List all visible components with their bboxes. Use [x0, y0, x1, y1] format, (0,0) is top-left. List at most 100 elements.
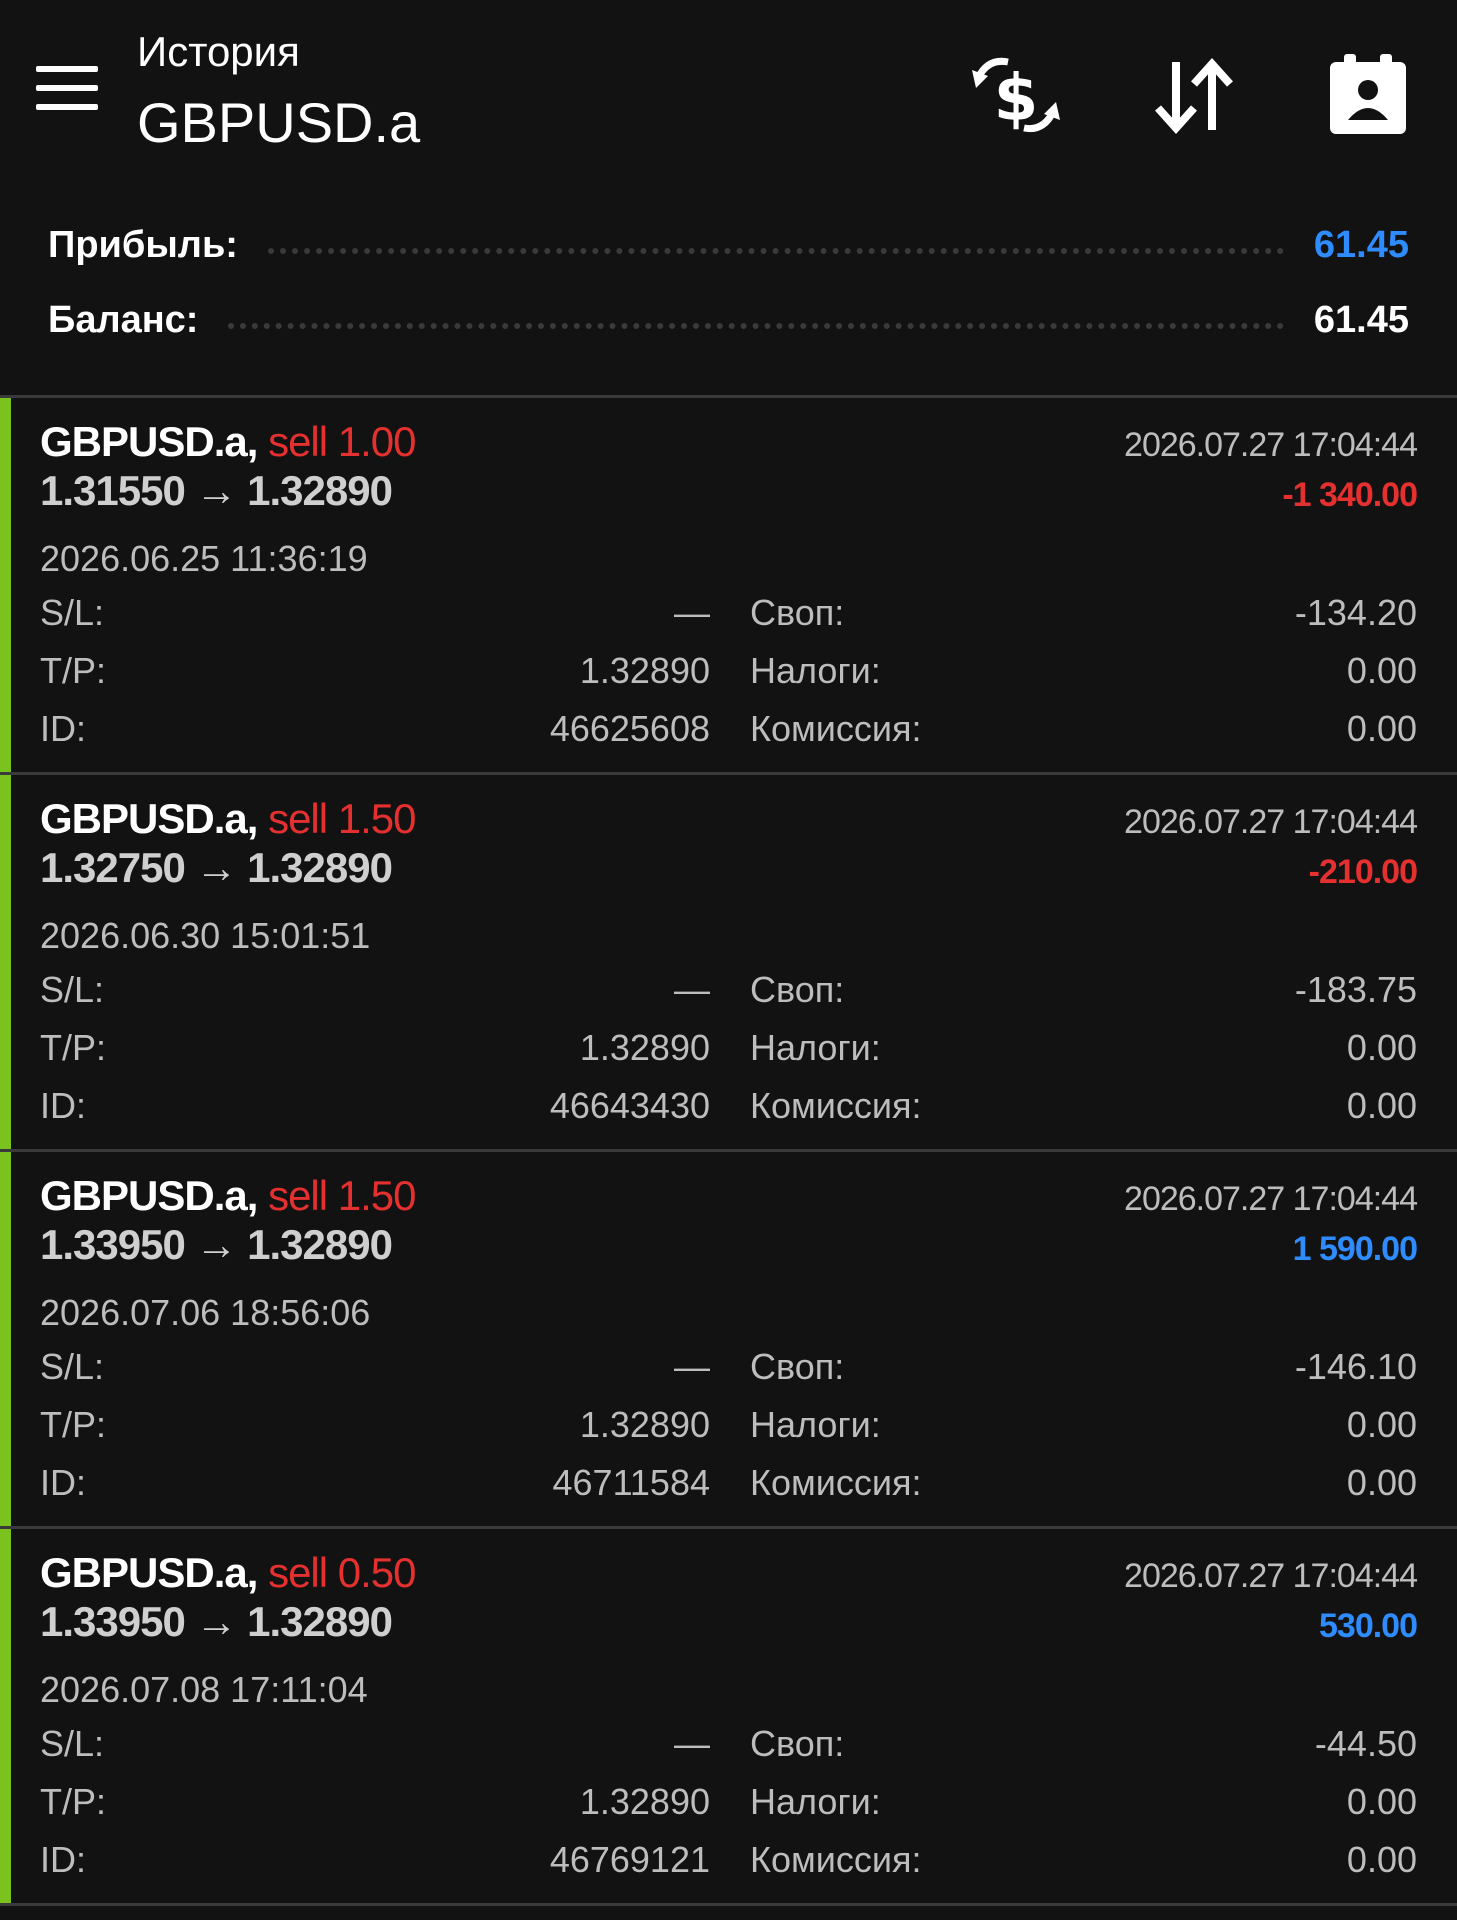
tp-value: 1.32890: [579, 1027, 710, 1068]
deal-details: S/L: — Своп: -183.75 T/P: 1.32890 Налоги: 0.00 I…: [40, 969, 1417, 1143]
divider: [0, 1903, 1457, 1906]
deal-details: S/L: — Своп: -134.20 T/P: 1.32890 Налоги: 0.00 I…: [40, 592, 1417, 766]
deal-prices: 1.33950 → 1.32890: [40, 1221, 393, 1268]
deal-close-time: 2026.07.27 17:04:44: [1124, 1557, 1418, 1595]
deal-item[interactable]: GBPUSD.a, sell 1.00 1.31550 → 1.32890 2026…: [0, 398, 1457, 772]
deal-detail-row: T/P: 1.32890 Налоги: 0.00: [40, 1781, 1417, 1839]
sort-icon[interactable]: [1146, 48, 1242, 144]
deal-accent-bar: [0, 1152, 11, 1526]
deal-prices: 1.32750 → 1.32890: [40, 844, 393, 891]
deal-detail-row: T/P: 1.32890 Налоги: 0.00: [40, 1027, 1417, 1085]
id-value: 46643430: [549, 1085, 710, 1126]
balance-label: Баланс:: [48, 298, 199, 341]
deal-prices: 1.31550 → 1.32890: [40, 467, 393, 514]
deal-profit: 1 590.00: [1292, 1230, 1418, 1268]
swap-label: Своп:: [750, 592, 845, 633]
deal-symbol: GBPUSD.a,: [40, 418, 258, 465]
sl-value: —: [674, 1346, 710, 1387]
deal-symbol: GBPUSD.a,: [40, 1172, 258, 1219]
deal-details: S/L: — Своп: -44.50 T/P: 1.32890 Налоги: 0.00 ID…: [40, 1723, 1417, 1897]
deal-header: GBPUSD.a, sell 1.50: [40, 795, 417, 843]
taxes-label: Налоги:: [750, 1404, 881, 1445]
commission-value: 0.00: [1346, 708, 1417, 749]
tp-label: T/P:: [40, 1027, 107, 1068]
commission-value: 0.00: [1346, 1085, 1417, 1126]
deal-accent-bar: [0, 1529, 11, 1903]
sl-value: —: [674, 592, 710, 633]
swap-value: -44.50: [1314, 1723, 1417, 1764]
deal-symbol: GBPUSD.a,: [40, 1549, 258, 1596]
deal-side: sell 1.50: [268, 1172, 416, 1219]
deal-open-time: 2026.07.08 17:11:04: [40, 1669, 368, 1710]
page-subtitle: История: [137, 28, 300, 75]
tp-value: 1.32890: [579, 1404, 710, 1445]
deal-open-time: 2026.06.25 11:36:19: [40, 538, 368, 579]
deal-detail-row: S/L: — Своп: -146.10: [40, 1346, 1417, 1404]
swap-label: Своп:: [750, 1346, 845, 1387]
deal-close-time: 2026.07.27 17:04:44: [1124, 426, 1418, 464]
sl-value: —: [674, 969, 710, 1010]
taxes-value: 0.00: [1346, 650, 1417, 691]
balance-row: Баланс: 61.45: [48, 290, 1409, 350]
deal-header: GBPUSD.a, sell 1.50: [40, 1172, 417, 1220]
deal-header: GBPUSD.a, sell 1.00: [40, 418, 417, 466]
id-value: 46711584: [552, 1462, 711, 1503]
commission-label: Комиссия:: [750, 1839, 922, 1880]
deal-close-time: 2026.07.27 17:04:44: [1124, 1180, 1418, 1218]
deal-prices: 1.33950 → 1.32890: [40, 1598, 393, 1645]
sl-value: —: [674, 1723, 710, 1764]
deal-detail-row: S/L: — Своп: -134.20: [40, 592, 1417, 650]
menu-icon[interactable]: [36, 66, 98, 114]
taxes-label: Налоги:: [750, 1027, 881, 1068]
taxes-value: 0.00: [1346, 1027, 1417, 1068]
profit-row: Прибыль: 61.45: [48, 215, 1409, 275]
summary-panel: Прибыль: 61.45 Баланс: 61.45: [0, 190, 1457, 395]
page-title[interactable]: GBPUSD.a: [137, 90, 420, 155]
id-label: ID:: [40, 1839, 87, 1880]
deal-side: sell 1.00: [268, 418, 416, 465]
deal-symbol: GBPUSD.a,: [40, 795, 258, 842]
deal-side: sell 0.50: [268, 1549, 416, 1596]
balance-value: 61.45: [1313, 298, 1409, 341]
commission-value: 0.00: [1346, 1839, 1417, 1880]
commission-label: Комиссия:: [750, 1085, 922, 1126]
id-value: 46625608: [549, 708, 710, 749]
deal-item[interactable]: GBPUSD.a, sell 1.50 1.33950 → 1.32890 2026…: [0, 1152, 1457, 1526]
deal-detail-row: ID: 46769121 Комиссия: 0.00: [40, 1839, 1417, 1897]
deal-details: S/L: — Своп: -146.10 T/P: 1.32890 Налоги: 0.00 I…: [40, 1346, 1417, 1520]
deal-open-time: 2026.06.30 15:01:51: [40, 915, 371, 956]
id-label: ID:: [40, 708, 87, 749]
taxes-label: Налоги:: [750, 650, 881, 691]
deal-detail-row: ID: 46643430 Комиссия: 0.00: [40, 1085, 1417, 1143]
deal-open-time: 2026.07.06 18:56:06: [40, 1292, 371, 1333]
deal-accent-bar: [0, 398, 11, 772]
taxes-value: 0.00: [1346, 1781, 1417, 1822]
swap-value: -134.20: [1294, 592, 1417, 633]
tp-label: T/P:: [40, 650, 107, 691]
deal-detail-row: S/L: — Своп: -44.50: [40, 1723, 1417, 1781]
deal-detail-row: ID: 46711584 Комиссия: 0.00: [40, 1462, 1417, 1520]
sl-label: S/L:: [40, 1346, 105, 1387]
app-header: История GBPUSD.a $: [0, 0, 1457, 190]
currency-exchange-icon[interactable]: $: [968, 48, 1064, 144]
tp-value: 1.32890: [579, 1781, 710, 1822]
taxes-label: Налоги:: [750, 1781, 881, 1822]
swap-value: -146.10: [1294, 1346, 1417, 1387]
svg-text:$: $: [994, 62, 1039, 136]
dotted-leader: [228, 323, 1284, 329]
deal-item[interactable]: GBPUSD.a, sell 1.50 1.32750 → 1.32890 2026…: [0, 775, 1457, 1149]
deal-detail-row: S/L: — Своп: -183.75: [40, 969, 1417, 1027]
swap-value: -183.75: [1294, 969, 1417, 1010]
id-label: ID:: [40, 1462, 87, 1503]
profit-value: 61.45: [1313, 223, 1409, 266]
deal-close-time: 2026.07.27 17:04:44: [1124, 803, 1418, 841]
deal-item[interactable]: GBPUSD.a, sell 0.50 1.33950 → 1.32890 2026…: [0, 1529, 1457, 1903]
id-value: 46769121: [549, 1839, 710, 1880]
deal-detail-row: ID: 46625608 Комиссия: 0.00: [40, 708, 1417, 766]
swap-label: Своп:: [750, 1723, 845, 1764]
deal-profit: 530.00: [1319, 1607, 1418, 1645]
deal-profit: -210.00: [1308, 853, 1418, 891]
deal-detail-row: T/P: 1.32890 Налоги: 0.00: [40, 1404, 1417, 1462]
id-label: ID:: [40, 1085, 87, 1126]
report-icon[interactable]: [1320, 48, 1416, 144]
